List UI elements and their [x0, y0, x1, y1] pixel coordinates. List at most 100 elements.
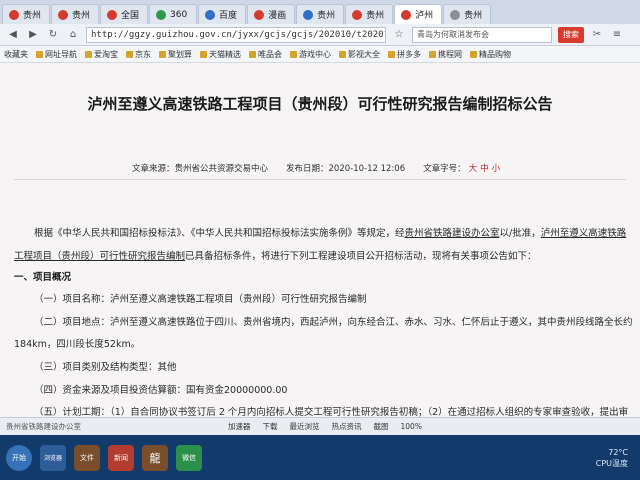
browser-tab[interactable]: 贵州 [296, 4, 345, 24]
favicon-icon [401, 9, 412, 20]
back-arrow-icon[interactable]: ◀ [6, 28, 20, 42]
tab-label: 360 [170, 9, 188, 20]
menu-icon[interactable]: ≡ [610, 28, 624, 42]
address-bar-row: ◀ ▶ ↻ ⌂ http://ggzy.guizhou.gov.cn/jyxx/… [0, 24, 640, 46]
start-button[interactable]: 开始 [6, 444, 32, 471]
zoom-level[interactable]: 100% [401, 422, 422, 431]
bookmark-item[interactable]: 携程网 [429, 49, 462, 60]
browser-tab[interactable]: 贵州 [2, 4, 51, 24]
status-item[interactable]: 热点资讯 [332, 421, 362, 432]
link-text[interactable]: 泸州至遵义高速铁路 [541, 228, 627, 239]
taskbar: 开始 浏览器 文件 新闻 龍 微信 72°C CPU温度 [0, 435, 640, 480]
search-button[interactable]: 搜索 [558, 26, 584, 43]
font-size-large[interactable]: 大 [469, 164, 478, 174]
refresh-icon[interactable]: ↻ [46, 28, 60, 42]
forward-arrow-icon[interactable]: ▶ [26, 28, 40, 42]
item-project-location-cont: 184km，四川段长度52km。 [14, 339, 141, 350]
status-item[interactable]: 下载 [263, 421, 278, 432]
tab-label: 泸州 [415, 11, 434, 21]
tab-label: 百度 [219, 11, 238, 21]
text: 以/批准， [499, 228, 541, 239]
bookmark-label: 影视大全 [348, 49, 380, 59]
paragraph-intro-cont: 工程项目（贵州段）可行性研究报告编制已具备招标条件，将进行下列工程建设项目公开招… [14, 248, 537, 262]
bookmark-label: 聚划算 [168, 49, 192, 59]
browser-tab[interactable]: 百度 [198, 4, 247, 24]
home-icon[interactable]: ⌂ [66, 28, 80, 42]
cpu-temp-label: CPU温度 [595, 458, 628, 468]
status-bar: 贵州省铁路建设办公室 加速器 下载 最近浏览 热点资讯 截图 100% [0, 417, 640, 435]
app-label: 龍 [149, 451, 161, 465]
status-text: 贵州省铁路建设办公室 [6, 422, 81, 431]
cpu-temp-value: 72°C [608, 447, 628, 457]
item-project-type: （三）项目类别及结构类型：其他 [34, 362, 177, 373]
bookmark-icon [339, 50, 346, 58]
favicon-icon [450, 9, 461, 20]
section-heading: 一、项目概况 [14, 272, 72, 283]
browser-tab-active[interactable]: 泸州 [394, 4, 443, 24]
article-title: 泸州至遵义高速铁路工程项目（贵州段）可行性研究报告编制招标公告 [87, 95, 553, 113]
bookmark-item[interactable]: 爱淘宝 [85, 49, 118, 60]
star-icon[interactable]: ☆ [392, 28, 406, 42]
status-item[interactable]: 截图 [374, 421, 389, 432]
url-input[interactable]: http://ggzy.guizhou.gov.cn/jyxx/gcjs/gcj… [86, 26, 386, 43]
tab-label: 漫画 [268, 11, 287, 21]
app-dragon-icon[interactable]: 龍 [142, 444, 168, 471]
bookmark-item[interactable]: 拼多多 [388, 49, 421, 60]
bookmark-item[interactable]: 收藏夹 [4, 49, 28, 60]
browser-tab[interactable]: 漫画 [247, 4, 296, 24]
app-label: 浏览器 [43, 455, 62, 462]
news-icon[interactable]: 新闻 [108, 444, 134, 471]
article-source: 文章来源：贵州省公共资源交易中心 [132, 164, 269, 174]
browser-tab[interactable]: 贵州 [443, 4, 492, 24]
item-funding: （四）资金来源及项目投资估算额：国有资金20000000.00 [34, 385, 288, 396]
bookmark-label: 携程网 [438, 49, 462, 59]
bookmark-icon [36, 50, 43, 58]
folder-icon[interactable]: 文件 [74, 444, 100, 471]
bookmark-item[interactable]: 聚划算 [159, 49, 192, 60]
browser-tab[interactable]: 360 [149, 4, 198, 24]
scissors-icon[interactable]: ✂ [590, 28, 604, 42]
item-schedule: （五）计划工期：（1）自合同协议书签订后 2 个月内向招标人提交工程可行性研究报… [34, 407, 629, 417]
font-size-control: 文章字号：大中小 [423, 162, 500, 174]
font-size-medium[interactable]: 中 [480, 164, 489, 174]
bookmark-item[interactable]: 唯品会 [249, 49, 282, 60]
browser-tab[interactable]: 贵州 [345, 4, 394, 24]
search-input[interactable]: 青岛为何取消发布会 [412, 26, 552, 43]
font-size-small[interactable]: 小 [492, 164, 501, 174]
browser-tab[interactable]: 贵州 [51, 4, 100, 24]
favicon-icon [254, 9, 265, 20]
favicon-icon [352, 9, 363, 20]
app-label: 微信 [182, 453, 196, 462]
bookmarks-bar: 收藏夹 网址导航 爱淘宝 京东 聚划算 天猫精选 唯品会 游戏中心 影视大全 拼… [0, 46, 640, 63]
bookmark-icon [200, 50, 207, 58]
favicon-icon [303, 9, 314, 20]
favicon-icon [9, 9, 19, 20]
bookmark-label: 爱淘宝 [94, 49, 118, 59]
article-meta: 文章来源：贵州省公共资源交易中心 发布日期：2020-10-12 12:06 文… [132, 162, 500, 174]
browser-tab[interactable]: 全国 [100, 4, 149, 24]
wechat-icon[interactable]: 微信 [176, 444, 202, 471]
bookmark-item[interactable]: 精品购物 [470, 49, 511, 60]
bookmark-item[interactable]: 影视大全 [339, 49, 380, 60]
bookmark-label: 收藏夹 [4, 49, 28, 59]
bookmark-item[interactable]: 天猫精选 [200, 49, 241, 60]
link-text[interactable]: 工程项目（贵州段）可行性研究报告编制 [14, 251, 185, 262]
font-size-label: 文章字号： [423, 164, 466, 174]
item-project-location: （二）项目地点：泸州至遵义高速铁路位于四川、贵州省境内，西起泸州，向东经合江、赤… [34, 317, 633, 328]
status-item[interactable]: 最近浏览 [290, 421, 320, 432]
bookmark-item[interactable]: 网址导航 [36, 49, 77, 60]
bookmark-icon [159, 50, 166, 58]
bookmark-item[interactable]: 京东 [126, 49, 151, 60]
bookmark-icon [249, 50, 256, 58]
favicon-icon [205, 9, 216, 20]
bookmark-item[interactable]: 游戏中心 [290, 49, 331, 60]
bookmark-icon [290, 50, 297, 58]
tab-label: 贵州 [464, 11, 483, 21]
tab-label: 贵州 [72, 11, 91, 21]
paragraph-intro: 根据《中华人民共和国招标投标法》、《中华人民共和国招标投标法实施条例》等规定，经… [34, 225, 626, 239]
screen: 贵州 贵州 全国 360 百度 漫画 贵州 贵州 泸州 贵州 ◀ ▶ ↻ ⌂ h… [0, 0, 640, 480]
divider [14, 179, 626, 180]
link-text[interactable]: 贵州省铁路建设办公室 [405, 228, 500, 239]
status-item[interactable]: 加速器 [228, 421, 251, 432]
browser-icon[interactable]: 浏览器 [40, 444, 66, 471]
